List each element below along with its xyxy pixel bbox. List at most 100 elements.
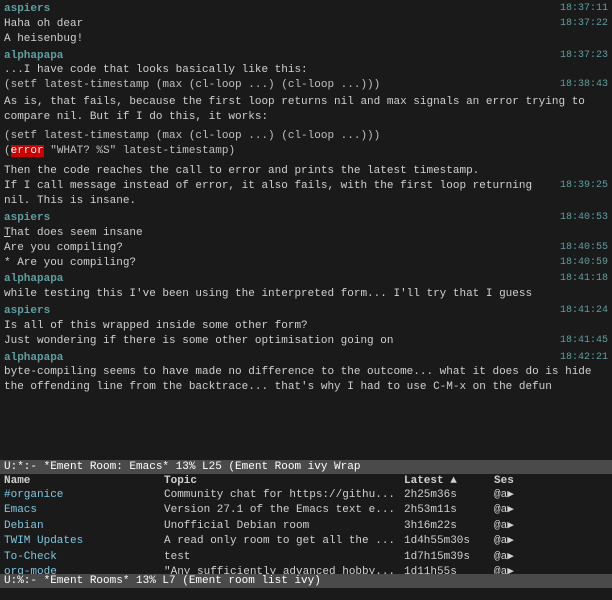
message-text: hat does seem insane [11,227,143,239]
message-line: 18:42:21 alphapapa [4,351,608,366]
room-link[interactable]: #organice [4,489,63,501]
room-row[interactable]: org-mode "Any sufficiently advanced hobby… [0,565,612,574]
message-block: Then the code reaches the call to error … [4,160,608,209]
room-topic: Community chat for https://githu... [164,488,404,503]
code-text: (setf latest-timestamp (max (cl-loop ...… [4,130,380,142]
col-header-name: Name [4,475,164,487]
message-text: As is, that fails, because the first loo… [4,96,585,123]
room-name[interactable]: Debian [4,519,164,534]
room-session: @a▶ [494,565,544,574]
author: aspiers [4,212,50,224]
room-session: @a▶ [494,519,544,534]
room-row[interactable]: #organice Community chat for https://gith… [0,488,612,503]
room-name[interactable]: org-mode [4,565,164,574]
message-block: As is, that fails, because the first loo… [4,95,608,158]
message-line: A heisenbug! [4,32,608,47]
room-row[interactable]: To-Check test1d7h15m39s@a▶ [0,550,612,565]
room-latest: 2h25m36s [404,488,494,503]
message-text: byte-compiling seems to have made no dif… [4,366,592,393]
message-block: 18:37:23 alphapapa ...I have code that l… [4,49,608,94]
room-latest: 1d4h55m30s [404,534,494,549]
message-block: 18:42:21 alphapapa byte-compiling seems … [4,351,608,396]
author: alphapapa [4,273,63,285]
message-text: Is all of this wrapped inside some other… [4,320,308,332]
message-line: ...I have code that looks basically like… [4,63,608,78]
message-line: 18:41:24 aspiers [4,304,608,319]
timestamp: 18:41:24 [560,304,608,318]
room-name[interactable]: Emacs [4,503,164,518]
message-line: That does seem insane [4,226,608,241]
room-link[interactable]: To-Check [4,551,57,563]
message-line: while testing this I've been using the i… [4,287,608,302]
author: alphapapa [4,50,63,62]
message-line: 18:37:11 aspiers [4,2,608,17]
cursor-indicator: T [4,227,11,239]
room-link[interactable]: Emacs [4,504,37,516]
room-row[interactable]: TWIM Updates A read only room to get all … [0,534,612,549]
room-name[interactable]: TWIM Updates [4,534,164,549]
message-block: 18:40:53 aspiers That does seem insane 1… [4,211,608,270]
timestamp: 18:40:53 [560,211,608,225]
timestamp: 18:41:45 [560,334,608,348]
room-link[interactable]: TWIM Updates [4,535,83,547]
message-line: (setf latest-timestamp (max (cl-loop ...… [4,129,608,144]
room-session: @a▶ [494,550,544,565]
message-text: If I call message instead of error, it a… [4,180,532,207]
room-link[interactable]: org-mode [4,566,57,574]
message-block: 18:41:18 alphapapa while testing this I'… [4,272,608,302]
timestamp: 18:42:21 [560,351,608,365]
message-line: Is all of this wrapped inside some other… [4,319,608,334]
room-topic: "Any sufficiently advanced hobby... [164,565,404,574]
status-bar-bottom-text: U:%:- *Ement Rooms* 13% L7 (Ement room l… [4,575,321,587]
timestamp: 18:37:22 [560,17,608,31]
error-highlight: error [11,145,44,157]
message-line: Then the code reaches the call to error … [4,164,608,179]
message-text: ...I have code that looks basically like… [4,64,308,76]
timestamp: 18:37:23 [560,49,608,63]
message-text: Just wondering if there is some other op… [4,335,393,347]
timestamp: 18:38:43 [560,78,608,92]
room-link[interactable]: Debian [4,520,44,532]
author: aspiers [4,3,50,15]
message-text: Are you compiling? [4,242,123,254]
room-session: @a▶ [494,534,544,549]
message-text: A heisenbug! [4,33,83,45]
room-topic: A read only room to get all the ... [164,534,404,549]
room-name[interactable]: #organice [4,488,164,503]
message-line: 18:39:25 If I call message instead of er… [4,179,608,209]
timestamp: 18:40:59 [560,256,608,270]
room-latest: 1d7h15m39s [404,550,494,565]
message-line: (error "WHAT? %S" latest-timestamp) [4,144,608,159]
chat-area: 18:37:11 aspiers 18:37:22 Haha oh dear A… [0,0,612,460]
room-row[interactable]: EmacsVersion 27.1 of the Emacs text e...… [0,503,612,518]
col-header-topic: Topic [164,475,404,487]
room-topic: test [164,550,404,565]
code-text: (setf latest-timestamp (max (cl-loop ...… [4,79,380,91]
message-block: 18:41:24 aspiers Is all of this wrapped … [4,304,608,349]
message-text: Haha oh dear [4,18,83,30]
message-text: while testing this I've been using the i… [4,288,532,300]
message-line: 18:40:59 * Are you compiling? [4,256,608,271]
timestamp: 18:39:25 [560,179,608,193]
rooms-header: Name Topic Latest ▲ Ses [0,474,612,488]
message-line: 18:37:23 alphapapa [4,49,608,64]
message-line: 18:37:22 Haha oh dear [4,17,608,32]
room-session: @a▶ [494,503,544,518]
room-latest: 1d11h55s [404,565,494,574]
message-line: 18:41:45 Just wondering if there is some… [4,334,608,349]
status-bar-top-text: U:*:- *Ement Room: Emacs* 13% L25 (Ement… [4,461,360,473]
room-name[interactable]: To-Check [4,550,164,565]
room-row[interactable]: DebianUnofficial Debian room3h16m22s@a▶ [0,519,612,534]
message-text: Then the code reaches the call to error … [4,165,479,177]
status-bar-top: U:*:- *Ement Room: Emacs* 13% L25 (Ement… [0,460,612,474]
message-line: 18:40:53 aspiers [4,211,608,226]
room-latest: 2h53m11s [404,503,494,518]
author: aspiers [4,305,50,317]
message-line: byte-compiling seems to have made no dif… [4,365,608,395]
timestamp: 18:40:55 [560,241,608,255]
timestamp: 18:41:18 [560,272,608,286]
room-session: @a▶ [494,488,544,503]
message-line: 18:40:55 Are you compiling? [4,241,608,256]
room-topic: Unofficial Debian room [164,519,404,534]
col-header-session: Ses [494,475,544,487]
